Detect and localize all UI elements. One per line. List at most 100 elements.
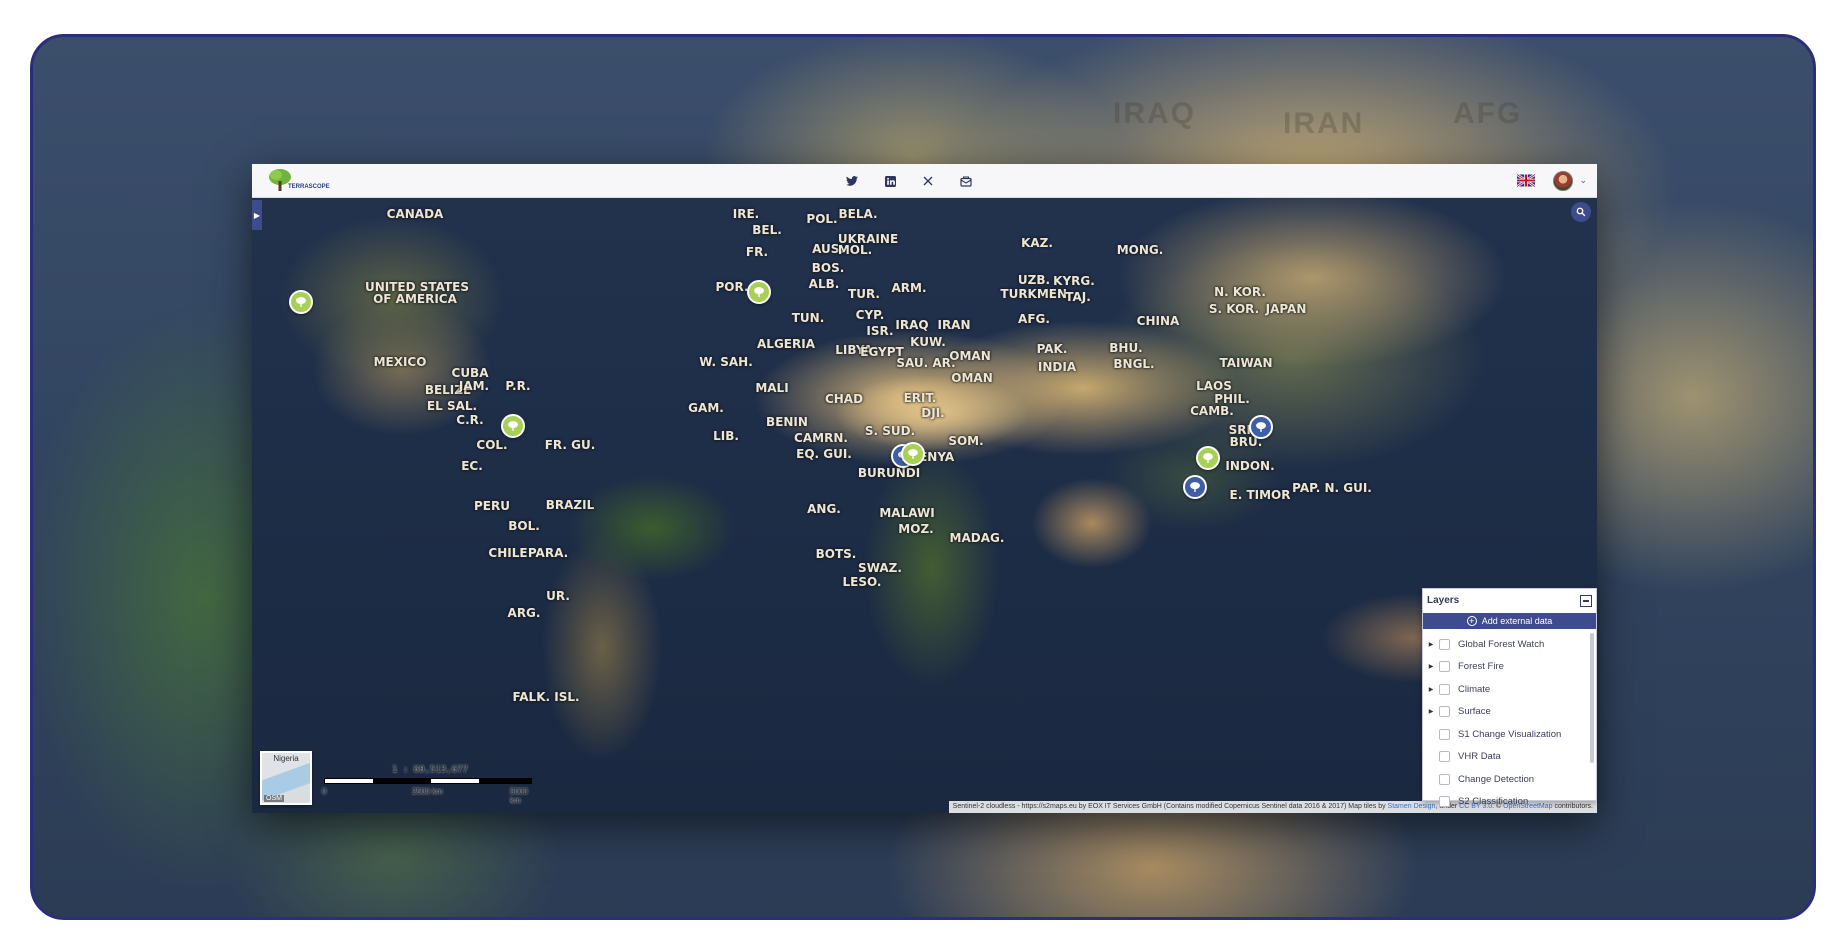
- marker-colombia[interactable]: [501, 414, 525, 438]
- country-label: IRAN: [937, 318, 971, 332]
- country-label: INDIA: [1037, 360, 1077, 374]
- scale-bar: 1 : 60,513,677 0 2500 km 5000 km: [322, 765, 538, 805]
- country-label: TUR.: [848, 287, 880, 301]
- ghost-label: IRAQ: [1113, 97, 1196, 130]
- minimap-title: Nigeria: [273, 754, 299, 763]
- layer-label: S1 Change Visualization: [1458, 728, 1562, 740]
- country-label: TURKMEN.: [1000, 287, 1072, 301]
- layer-item[interactable]: ▶ Surface: [1423, 701, 1591, 724]
- user-avatar[interactable]: [1553, 171, 1573, 191]
- tree-icon: [508, 421, 518, 431]
- country-label: P.R.: [505, 379, 531, 393]
- country-label: S. KOR.: [1208, 302, 1260, 316]
- country-label: INDON.: [1225, 459, 1275, 473]
- marker-borneo[interactable]: [1196, 446, 1220, 470]
- mail-icon[interactable]: [956, 172, 976, 190]
- country-label: BENIN: [766, 415, 808, 429]
- marker-kenya-2[interactable]: [901, 442, 925, 466]
- tree-icon: [1256, 422, 1266, 432]
- country-label: SOM.: [948, 434, 984, 448]
- layer-item[interactable]: ▶ Climate: [1423, 678, 1591, 701]
- country-label: FR.: [745, 245, 769, 259]
- uk-flag-icon[interactable]: [1517, 174, 1535, 187]
- country-label: CHILE: [488, 546, 528, 560]
- country-label: IRE.: [732, 207, 760, 221]
- sidebar-toggle-button[interactable]: ▶: [252, 200, 262, 230]
- country-label: C.R.: [456, 413, 484, 427]
- country-label: FALK. ISL.: [512, 690, 580, 704]
- country-label: FR. GU.: [544, 438, 596, 452]
- country-label: BOL.: [508, 519, 540, 533]
- logo-text: TERRASCOPE: [288, 184, 330, 190]
- country-label: LAOS: [1196, 379, 1232, 393]
- country-label: BHU.: [1109, 341, 1143, 355]
- marker-philippines[interactable]: [1249, 415, 1273, 439]
- marker-java[interactable]: [1183, 475, 1207, 499]
- country-label: CUBA: [451, 366, 489, 380]
- ghost-label: AFG: [1453, 97, 1523, 130]
- layer-label: Climate: [1458, 683, 1491, 695]
- caret-right-icon[interactable]: ▶: [1423, 708, 1439, 715]
- caret-right-icon[interactable]: ▶: [1423, 686, 1439, 693]
- country-label: EC.: [461, 459, 483, 473]
- country-label: N. KOR.: [1214, 285, 1266, 299]
- country-label: TUN.: [791, 311, 825, 325]
- top-bar: TERRASCOPE ⌄: [252, 164, 1597, 198]
- country-label: COL.: [476, 438, 508, 452]
- marker-portugal[interactable]: [747, 280, 771, 304]
- app-window: TERRASCOPE ⌄ ▶ CANADA UNITED STATES OF A…: [252, 164, 1597, 813]
- layer-item[interactable]: ▶ Forest Fire: [1423, 656, 1591, 679]
- layer-item[interactable]: Change Detection: [1423, 768, 1591, 791]
- country-label: W. SAH.: [699, 355, 753, 369]
- social-links: [842, 172, 976, 190]
- country-label: LESO.: [842, 575, 882, 589]
- country-label: UR.: [546, 589, 570, 603]
- country-label: ANG.: [807, 502, 841, 516]
- collapse-icon[interactable]: [1580, 595, 1592, 607]
- map-view[interactable]: ▶ CANADA UNITED STATES OF AMERICA MEXICO CUB…: [252, 198, 1597, 813]
- country-label: OF AMERICA: [373, 292, 457, 306]
- layers-panel: Layers + Add external data ▶ Global Fores…: [1422, 588, 1597, 808]
- layer-checkbox[interactable]: [1439, 706, 1450, 718]
- country-label: IRAQ: [895, 318, 929, 332]
- terrascope-logo[interactable]: TERRASCOPE: [266, 166, 330, 196]
- layers-scrollbar[interactable]: [1590, 633, 1594, 763]
- linkedin-icon[interactable]: [880, 172, 900, 190]
- country-label: BELA.: [838, 207, 878, 221]
- layer-item[interactable]: S1 Change Visualization: [1423, 723, 1591, 746]
- layer-checkbox[interactable]: [1439, 751, 1450, 763]
- country-label: PERU: [474, 499, 510, 513]
- scale-segment: [430, 778, 480, 784]
- country-label: CAMB.: [1190, 404, 1234, 418]
- layer-checkbox[interactable]: [1439, 683, 1450, 695]
- country-label: MEXICO: [373, 355, 427, 369]
- caret-right-icon[interactable]: ▶: [1423, 663, 1439, 670]
- layer-item[interactable]: S2 Classification: [1423, 791, 1591, 809]
- layer-item[interactable]: VHR Data: [1423, 746, 1591, 769]
- scale-ratio: 1 : 60,513,677: [392, 765, 468, 775]
- country-label: PARA.: [527, 546, 569, 560]
- layer-item[interactable]: ▶ Global Forest Watch: [1423, 633, 1591, 656]
- scale-tick: 2500 km: [412, 787, 443, 796]
- marker-usa[interactable]: [289, 290, 313, 314]
- tree-icon: [1190, 482, 1200, 492]
- plus-circle-icon: +: [1466, 616, 1477, 626]
- country-label: PHIL.: [1214, 392, 1250, 406]
- layer-checkbox[interactable]: [1439, 728, 1450, 740]
- add-external-data-button[interactable]: + Add external data: [1423, 613, 1596, 629]
- layer-checkbox[interactable]: [1439, 773, 1450, 785]
- search-button[interactable]: [1571, 202, 1591, 222]
- chevron-down-icon[interactable]: ⌄: [1579, 175, 1587, 186]
- layer-checkbox[interactable]: [1439, 796, 1450, 808]
- layer-checkbox[interactable]: [1439, 661, 1450, 673]
- twitter-icon[interactable]: [842, 172, 862, 190]
- country-label: MALI: [755, 381, 789, 395]
- layer-checkbox[interactable]: [1439, 638, 1450, 650]
- country-label: TAIWAN: [1219, 356, 1273, 370]
- caret-right-icon[interactable]: ▶: [1423, 641, 1439, 648]
- country-label: E. TIMOR: [1229, 488, 1291, 502]
- country-label: POR.: [715, 280, 749, 294]
- minimap[interactable]: Nigeria OSM: [260, 751, 312, 805]
- tree-icon: [754, 287, 764, 297]
- x-icon[interactable]: [918, 172, 938, 190]
